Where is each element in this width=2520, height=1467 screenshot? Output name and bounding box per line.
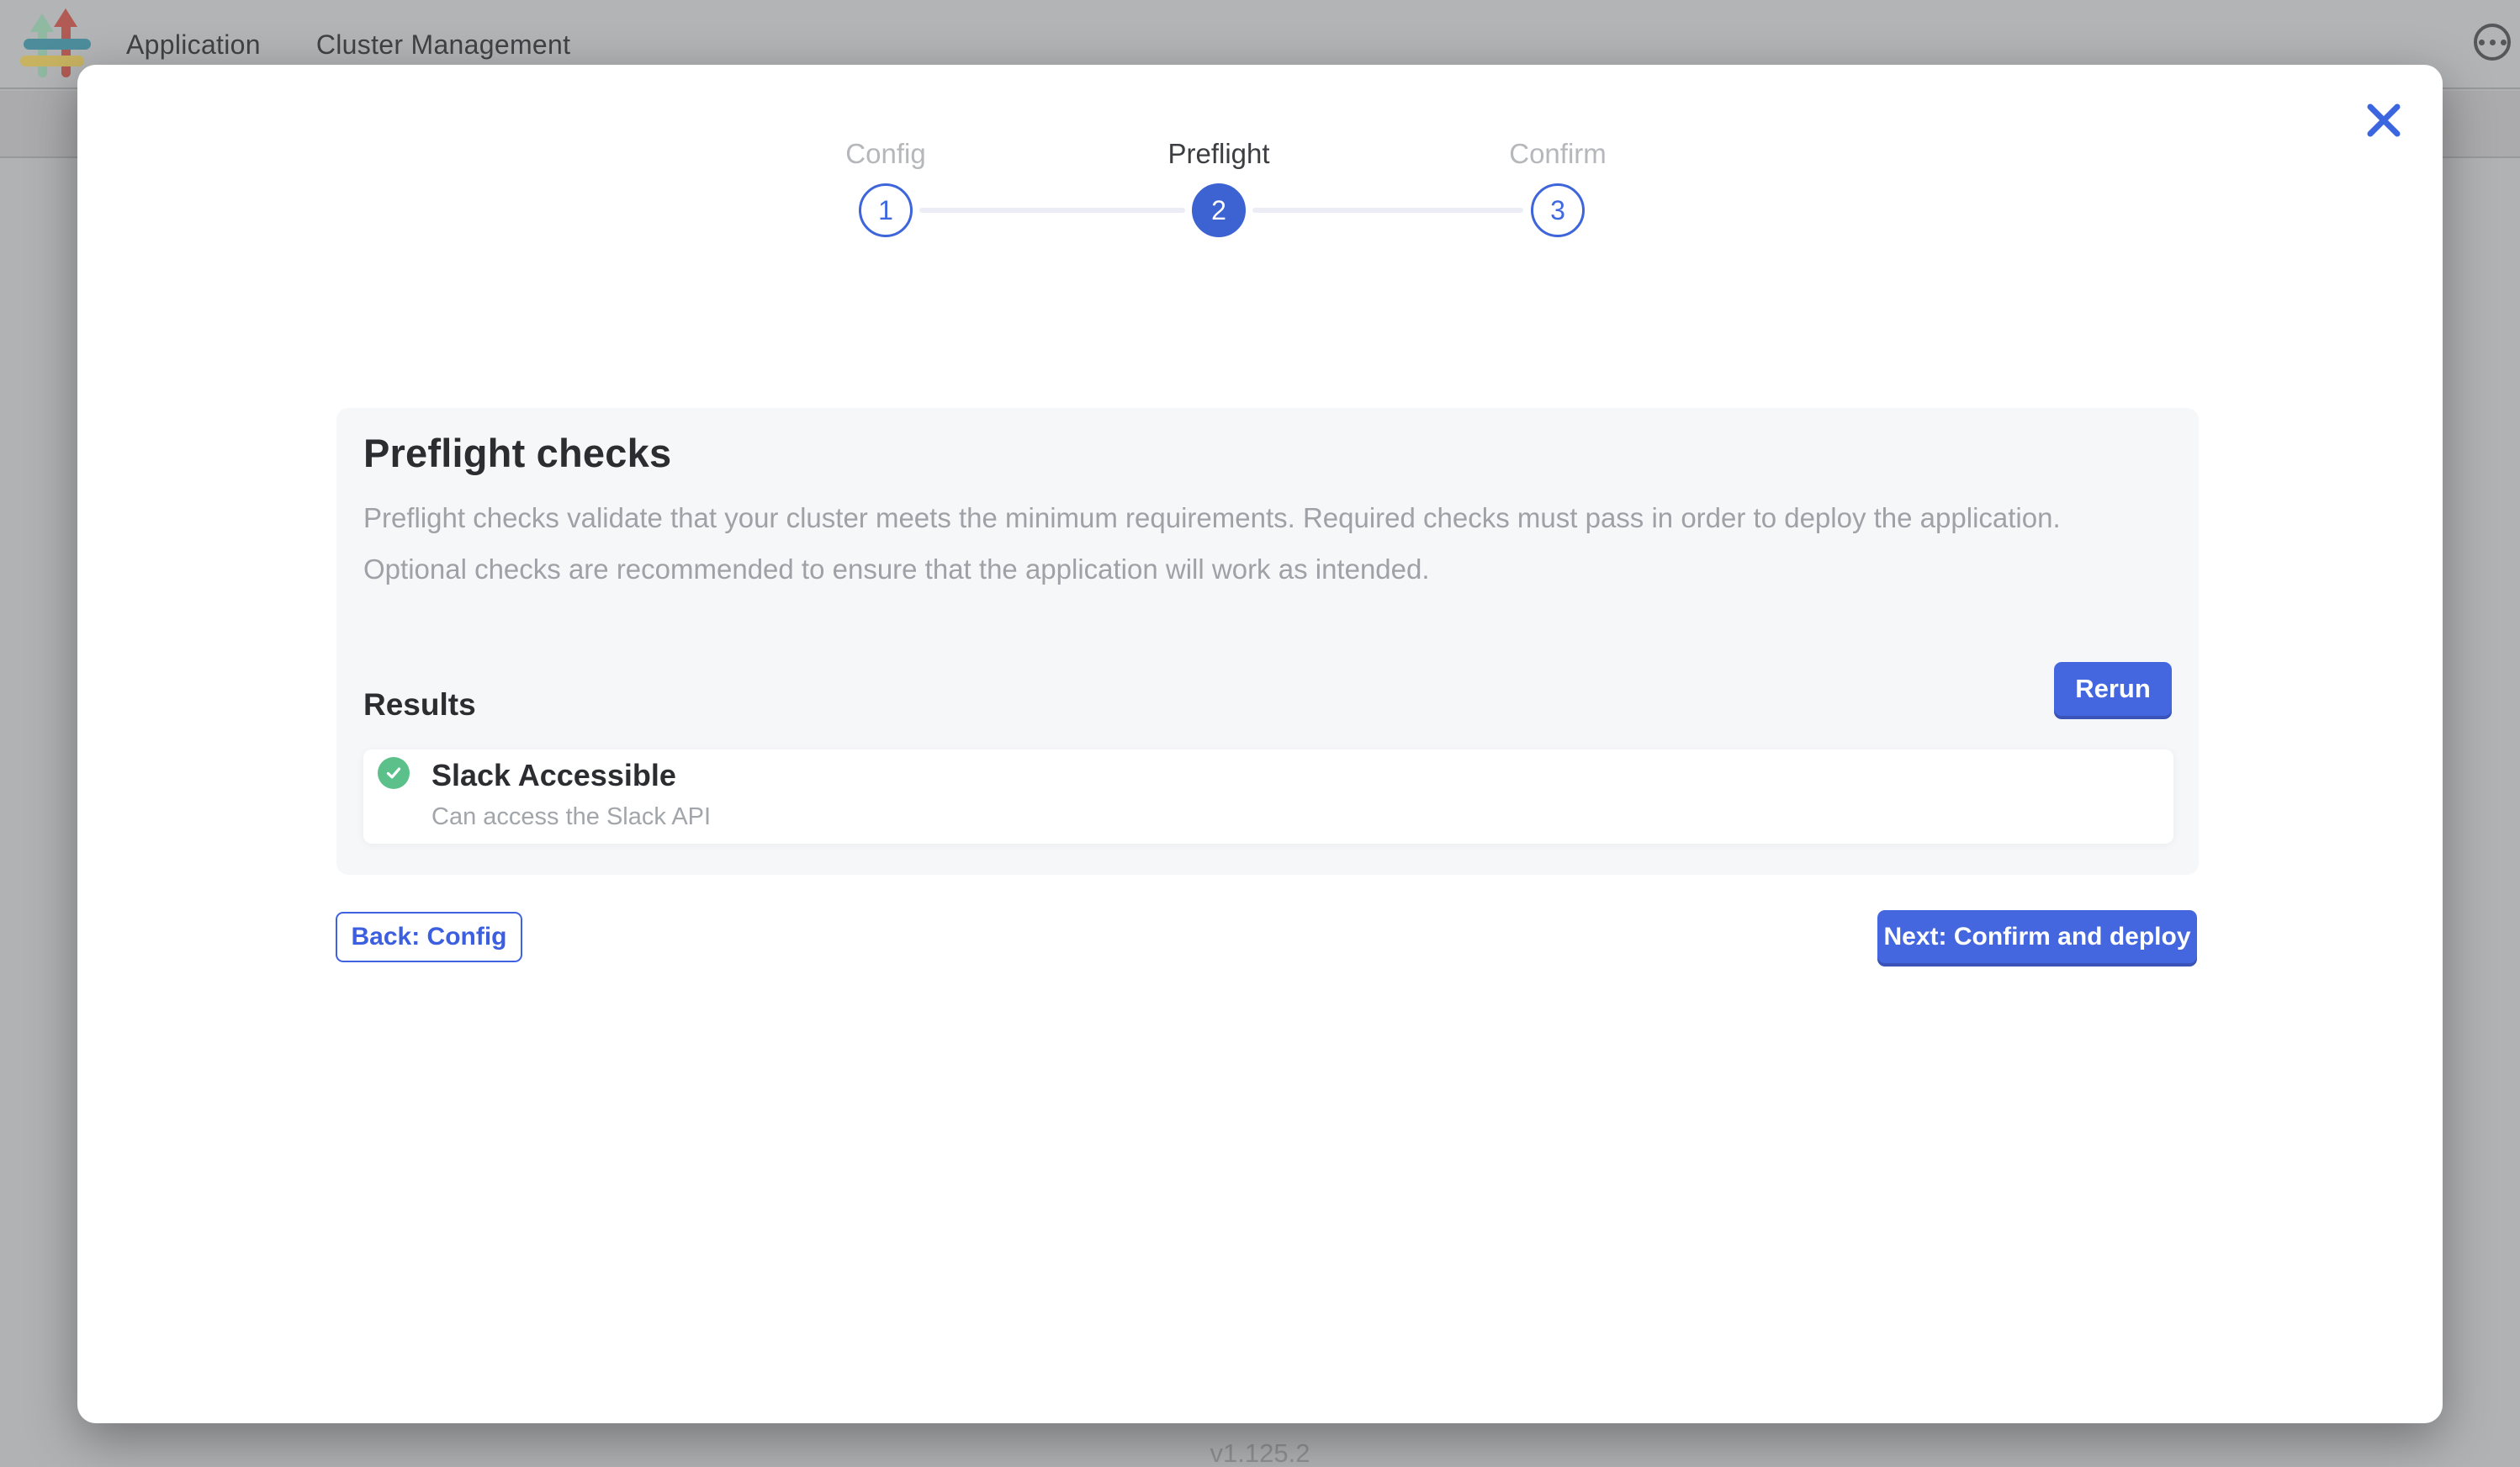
step-label: Config bbox=[751, 137, 1020, 171]
step-confirm: Confirm 3 bbox=[1423, 137, 1692, 237]
result-description: Can access the Slack API bbox=[431, 803, 711, 831]
app-version: v1.125.2 bbox=[0, 1438, 2520, 1467]
ellipsis-menu-icon[interactable] bbox=[2474, 24, 2511, 61]
step-config: Config 1 bbox=[751, 137, 1020, 237]
panel-title: Preflight checks bbox=[363, 430, 671, 476]
step-label: Confirm bbox=[1423, 137, 1692, 171]
results-heading: Results bbox=[363, 687, 476, 723]
dot bbox=[2501, 40, 2507, 45]
nav-item-application[interactable]: Application bbox=[126, 29, 261, 61]
dot bbox=[2490, 40, 2496, 45]
close-icon[interactable] bbox=[2362, 98, 2406, 142]
check-circle-icon bbox=[378, 757, 410, 789]
back-button[interactable]: Back: Config bbox=[336, 912, 522, 962]
step-circle-3[interactable]: 3 bbox=[1531, 183, 1585, 237]
nav-item-cluster-management[interactable]: Cluster Management bbox=[316, 29, 570, 61]
screen: Application Cluster Management v1.125.2 … bbox=[0, 0, 2520, 1467]
preflight-result-item: Slack Accessible Can access the Slack AP… bbox=[363, 749, 2173, 844]
next-button[interactable]: Next: Confirm and deploy bbox=[1877, 910, 2197, 963]
rerun-button[interactable]: Rerun bbox=[2054, 662, 2172, 716]
step-circle-1[interactable]: 1 bbox=[859, 183, 913, 237]
step-preflight: Preflight 2 bbox=[1084, 137, 1353, 237]
dot bbox=[2479, 40, 2485, 45]
preflight-wizard-modal: Config 1 Preflight 2 Confirm 3 Preflight… bbox=[77, 65, 2443, 1423]
panel-description: Preflight checks validate that your clus… bbox=[363, 492, 2155, 595]
preflight-panel: Preflight checks Preflight checks valida… bbox=[336, 408, 2199, 875]
step-circle-2[interactable]: 2 bbox=[1192, 183, 1246, 237]
step-label: Preflight bbox=[1084, 137, 1353, 171]
result-title: Slack Accessible bbox=[431, 758, 676, 793]
